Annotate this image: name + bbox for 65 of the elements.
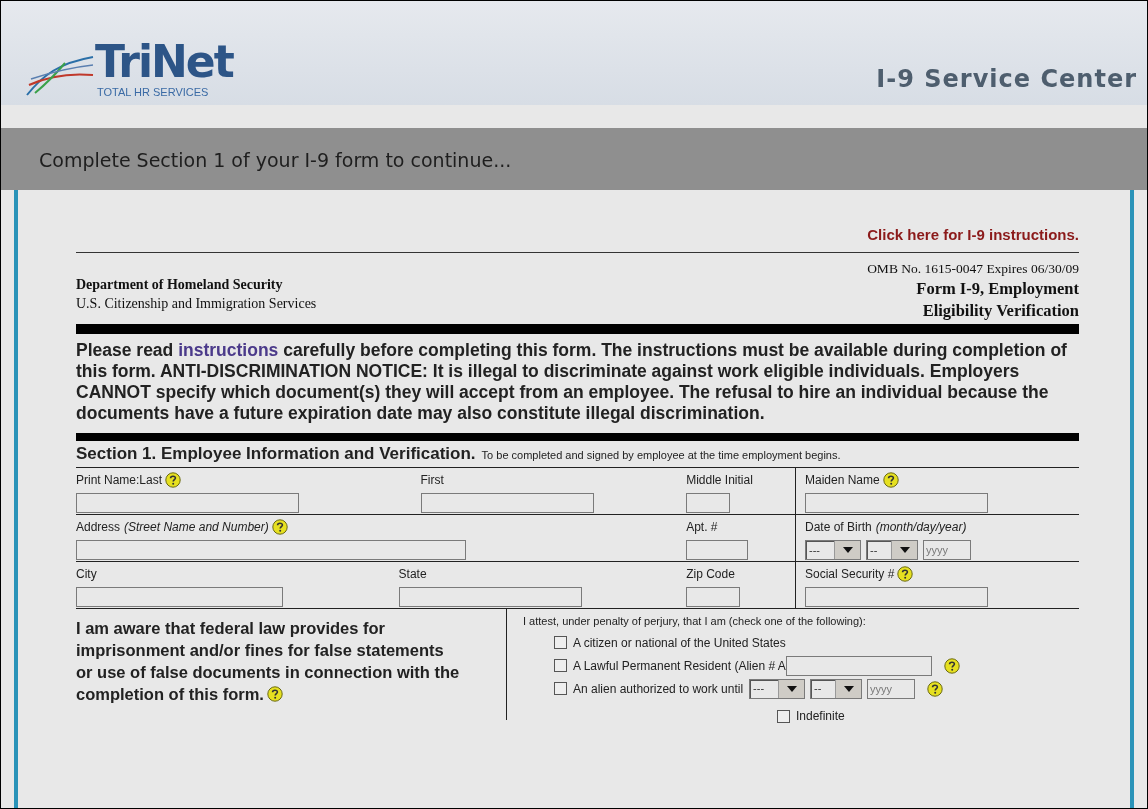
dropdown[interactable]: -- [810,678,863,699]
checkbox[interactable] [777,709,790,723]
option-label: A citizen or national of the United States [573,634,786,652]
checkbox[interactable] [554,682,567,695]
omb-number: OMB No. 1615-0047 Expires 06/30/09 [867,259,1079,278]
banner-text: Complete Section 1 of your I-9 form to continue... [39,149,512,171]
agency-subtitle: U.S. Citizenship and Immigration Services [76,294,317,313]
text-field[interactable] [805,587,988,607]
form-title: Eligibility Verification [922,299,1079,322]
help-icon[interactable] [165,472,182,488]
section-title: Section 1. Employee Information and Verification. [76,442,476,465]
checkbox[interactable] [554,636,567,649]
text-field[interactable] [686,587,741,607]
field-label: Apt. # [686,519,718,536]
help-icon[interactable] [927,680,944,697]
help-icon[interactable] [266,686,283,702]
text-field[interactable] [76,493,299,513]
field-label: First [420,472,444,489]
field-label: Middle Initial [686,472,753,489]
dropdown[interactable]: --- [749,678,806,699]
dropdown[interactable]: --- [805,540,861,560]
instructions-link[interactable]: Click here for I-9 instructions. [867,224,1079,247]
year-field[interactable]: yyyy [867,678,916,699]
field-label: Maiden Name [805,472,880,489]
help-icon[interactable] [897,566,914,582]
text-field[interactable] [76,587,283,607]
page-title: I-9 Service Center [876,64,1137,95]
penalty-statement: I am aware that federal law provides for imprisonment and/or fines for false statements or use of false documents in connection with the completion of this form. [76,618,461,705]
text-field[interactable] [398,587,582,607]
field-hint: (month/day/year) [875,519,967,536]
caret-icon [786,685,797,692]
text-field[interactable] [805,493,988,513]
section-subtitle: To be completed and signed by employee at the time employment begins. [481,447,841,463]
help-icon[interactable] [943,657,960,674]
field-label: Date of Birth [805,519,872,536]
logo-wordmark: TriNet [95,39,233,85]
caret-icon [899,547,910,553]
logo-tagline: TOTAL HR SERVICES [97,85,209,99]
field-label: Address [76,519,121,536]
field-label: State [398,566,427,583]
text-field[interactable] [686,540,749,560]
help-icon[interactable] [882,472,899,488]
field-label: Social Security # [805,566,895,583]
text-field[interactable] [76,540,466,560]
instructions-link[interactable]: instructions [178,339,279,360]
dropdown[interactable]: -- [866,540,918,560]
option-label: Indefinite [796,708,845,725]
option-label: An alien authorized to work until [573,680,744,698]
field-label: City [76,566,97,583]
option-label: A Lawful Permanent Resident (Alien # A [573,657,786,675]
year-field[interactable]: yyyy [923,540,971,560]
help-icon[interactable] [271,519,288,535]
text-field[interactable] [420,493,594,513]
text-field[interactable] [686,493,731,513]
field-label: Zip Code [686,566,735,583]
caret-icon [842,547,853,553]
attest-prompt: I attest, under penalty of perjury, that I am (check one of the following): [523,613,867,629]
text-field[interactable] [785,655,932,676]
field-label: Print Name:Last [76,472,163,489]
caret-icon [843,685,854,692]
notice-paragraph: Please read instructions carefully before completing this form. The instructions must be available during completion of this form. ANTI-DISCRIMINATION NOTICE: It is illegal to discriminate against work eligible individuals. Employers CANNOT specify which document(s) they will accept from an employee. The refusal to hire an individual because the documents have a future expiration date may also constitute illegal discrimination. [76,338,1068,424]
form-title: Form I-9, Employment [916,277,1079,300]
field-hint: (Street Name and Number) [124,519,269,536]
agency-name: Department of Homeland Security [76,275,284,294]
checkbox[interactable] [554,659,567,672]
